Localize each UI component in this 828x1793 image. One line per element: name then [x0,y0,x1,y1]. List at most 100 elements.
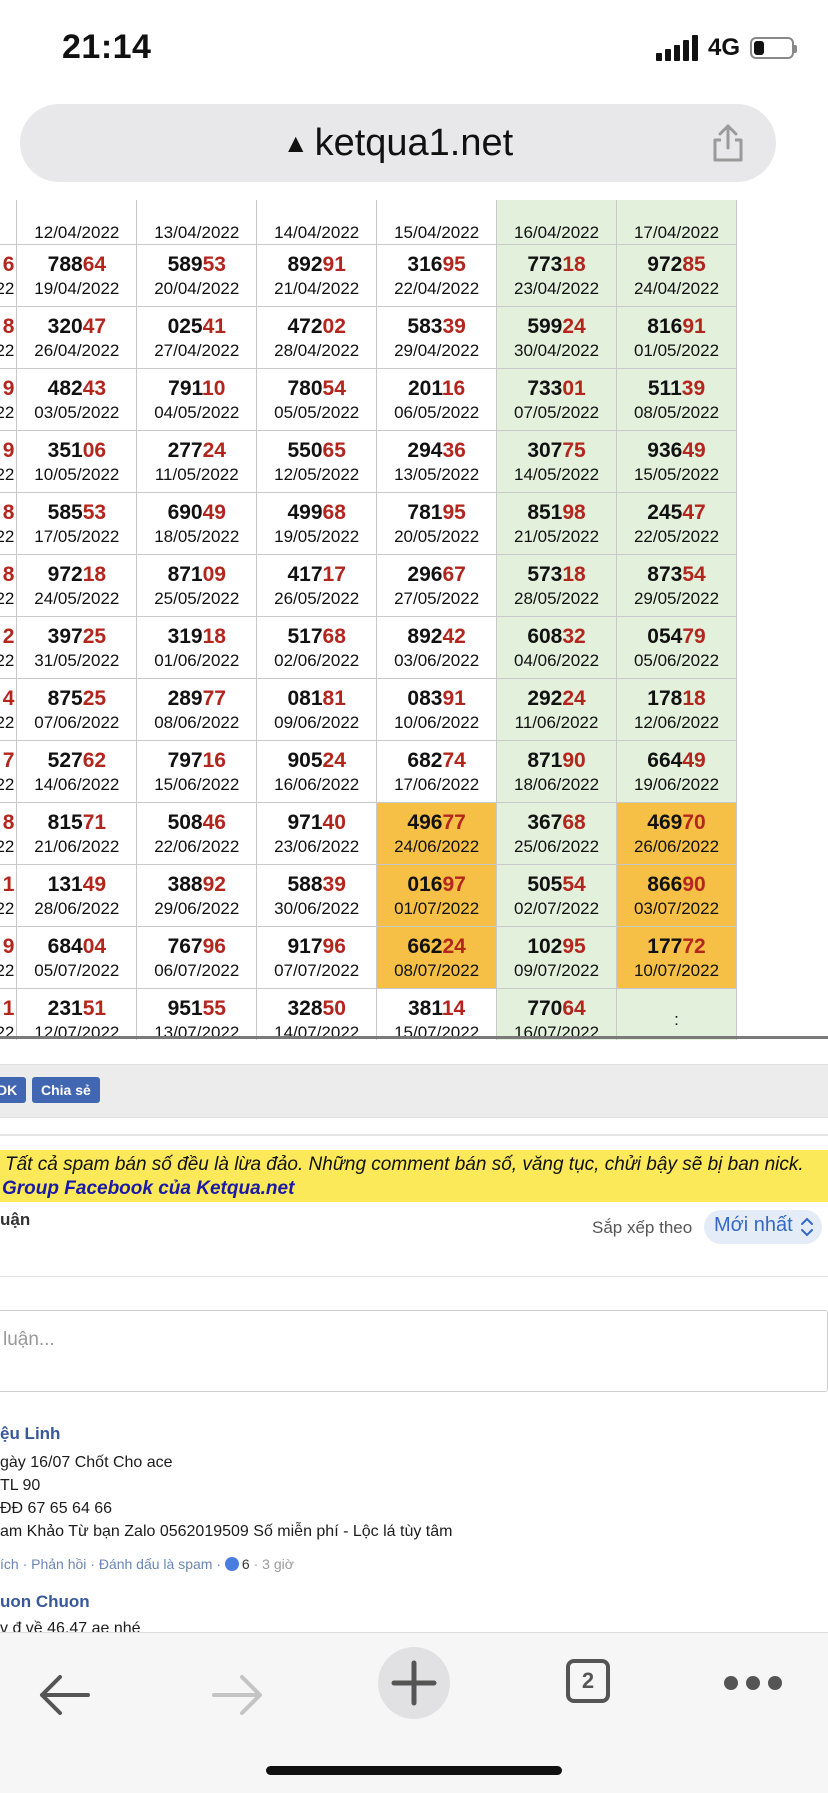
comment-author[interactable]: uon Chuon [0,1592,90,1612]
result-number: 87109 [137,562,256,588]
result-head: 871 [527,748,563,772]
back-arrow-icon[interactable] [36,1673,92,1717]
result-tail: 14 [441,996,466,1020]
result-date: 11/06/2022 [514,712,599,732]
sort-dropdown[interactable]: Mới nhất [704,1210,822,1244]
result-tail: 75 [562,438,586,462]
result-tail: 70 [682,810,706,834]
result-tail: 8 [2,500,15,524]
result-head: 816 [647,314,683,338]
result-tail: 02 [322,314,346,338]
result-tail: 98 [562,500,586,524]
result-tail: 54 [562,872,586,896]
new-tab-button[interactable] [378,1647,450,1719]
result-tail: 41 [202,314,226,338]
result-date: 07/06/2022 [34,712,120,732]
results-table-viewport[interactable]: 12/04/2022 13/04/2022 14/04/2022 15/04/2022… [0,200,828,1040]
share-button[interactable]: Chia sẻ [32,1077,100,1103]
result-date: 03/05/2022 [34,402,120,422]
comment-text-line: TL 90 [0,1477,41,1494]
result-date: 15/04/2022 [394,223,480,242]
result-number: 60832 [497,624,616,650]
result-head: 245 [647,500,683,524]
result-date: 29/04/2022 [394,340,480,360]
results-cell: 93649 15/05/2022 [616,430,737,493]
results-cell: 77064 16/07/2022 [496,988,617,1040]
comment-text-line: ĐĐ 67 65 64 66 [0,1500,113,1517]
results-cell: 52762 14/06/2022 [16,740,138,803]
like-icon [224,1557,239,1571]
result-number: 79716 [137,748,256,774]
results-row: 20223972531/05/20223191801/06/2022517680… [0,616,737,679]
result-date: 23/06/2022 [274,836,360,856]
result-number: 87354 [617,562,736,588]
result-number: 02541 [137,314,256,340]
home-indicator [266,1766,562,1775]
result-date: 08/05/2022 [633,402,720,422]
results-row: 60227886419/04/20225895320/04/2022892912… [0,244,737,307]
results-cell: 91796 07/07/2022 [256,926,378,989]
result-tail: 95 [562,934,586,958]
sort-value: Mới nhất [714,1214,793,1236]
result-number: 24547 [617,500,736,526]
comment-author[interactable]: ệu Linh [0,1424,60,1444]
results-cell: 17772 10/07/2022 [616,926,737,989]
divider [0,1276,828,1277]
result-tail: 54 [682,562,706,586]
results-cell: 49677 24/06/2022 [376,802,498,865]
result-head: 292 [527,686,563,710]
divider [0,1134,828,1136]
results-cell: 79716 15/06/2022 [136,740,258,803]
results-cell: 77318 23/04/2022 [496,244,617,307]
result-head: 684 [47,934,83,958]
result-tail: 68 [322,624,346,648]
result-head: 102 [527,934,563,958]
result-date: 12/05/2022 [274,464,360,484]
result-head: 972 [647,252,683,276]
result-number: 47202 [257,314,376,340]
result-date: 11/05/2022 [154,464,239,484]
result-date: 04/05/2022 [154,402,240,422]
more-icon[interactable] [722,1673,784,1693]
result-number: 58953 [137,252,256,278]
result-number: 17818 [617,686,736,712]
result-number: 97140 [257,810,376,836]
result-number: 31695 [377,252,496,278]
result-number: 59924 [497,314,616,340]
results-cell: 17818 12/06/2022 [616,678,737,741]
like-button[interactable]: DK [0,1077,27,1103]
result-tail: 24 [202,438,226,462]
results-cell: 29436 13/05/2022 [376,430,498,493]
result-tail: 8 [2,810,15,834]
result-date: : [674,1009,679,1029]
result-number: 36768 [497,810,616,836]
results-cell: 16/04/2022 [496,200,617,245]
comment-input[interactable]: luận... [0,1310,828,1392]
result-head: 733 [527,376,563,400]
results-cell: 23151 12/07/2022 [16,988,138,1040]
forward-arrow-icon[interactable] [210,1673,266,1717]
result-tail: 01 [562,376,586,400]
comment-action-links[interactable]: ích · Phản hồi · Đánh dấu là spam · [0,1556,221,1572]
results-row: 10221314928/06/20223889229/06/2022588393… [0,864,737,927]
tabs-icon[interactable]: 2 [566,1659,610,1703]
share-icon[interactable] [708,122,748,164]
result-date: 30/04/2022 [513,340,600,360]
result-date: 25/06/2022 [513,836,600,856]
results-cell: 29667 27/05/2022 [376,554,498,617]
results-cell: 87190 18/06/2022 [496,740,617,803]
result-number: 13149 [17,872,136,898]
result-tail: 79 [682,624,706,648]
result-tail: 39 [681,376,706,400]
result-date: 22/05/2022 [633,526,720,546]
result-head: 469 [647,810,683,834]
results-cell: 12/04/2022 [16,200,138,245]
result-head: 905 [287,748,323,772]
chevron-updown-icon [801,1217,813,1237]
address-bar[interactable]: ▲ ketqua1.net [20,104,776,182]
result-head: 770 [527,996,563,1020]
result-date: 14/05/2022 [513,464,600,484]
facebook-group-link[interactable]: Group Facebook của Ketqua.net [2,1178,294,1200]
result-date: 16/06/2022 [274,774,360,794]
result-date: 022 [0,340,15,360]
